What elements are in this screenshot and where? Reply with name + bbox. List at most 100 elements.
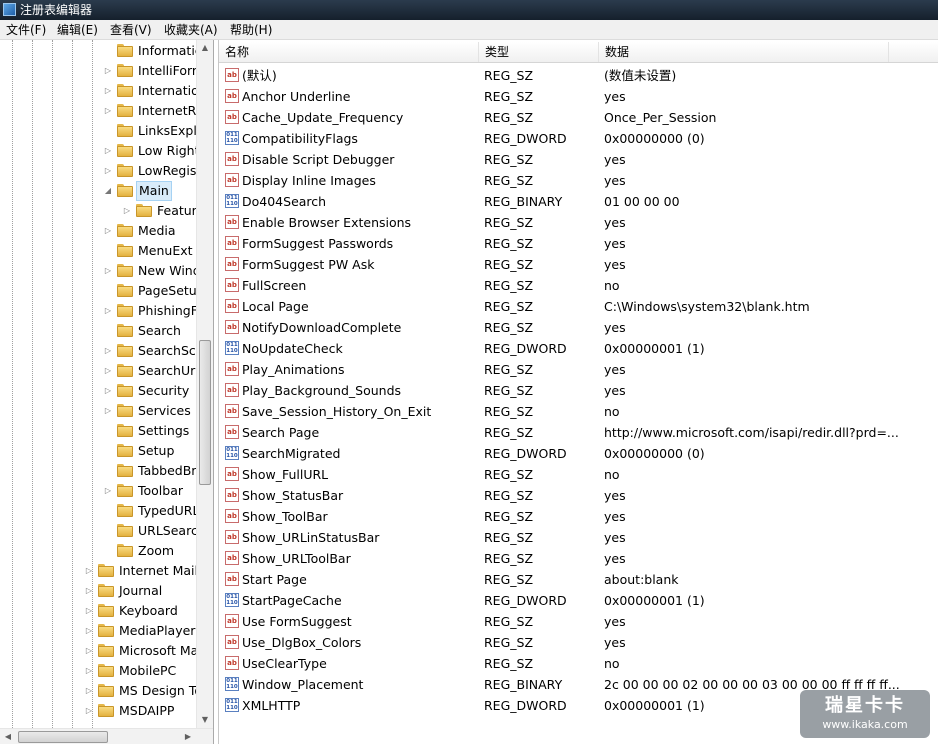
- tree-expander-icon[interactable]: [103, 501, 113, 521]
- tree-expander-icon[interactable]: ▷: [84, 681, 94, 701]
- tree-vscroll-thumb[interactable]: [199, 340, 211, 485]
- value-row[interactable]: ab Anchor Underline REG_SZ yes: [219, 86, 938, 107]
- tree-expander-icon[interactable]: ▷: [103, 261, 113, 281]
- value-row[interactable]: ab Use_DlgBox_Colors REG_SZ yes: [219, 632, 938, 653]
- scroll-left-arrow-icon[interactable]: ◀: [0, 729, 16, 744]
- tree-expander-icon[interactable]: ▷: [84, 621, 94, 641]
- value-name: Show_URLToolBar: [242, 551, 351, 566]
- folder-icon: [117, 464, 133, 477]
- value-row[interactable]: ab Search Page REG_SZ http://www.microsoft.…: [219, 422, 938, 443]
- tree-expander-icon[interactable]: ▷: [103, 221, 113, 241]
- value-type: REG_SZ: [484, 320, 534, 335]
- menu-help[interactable]: 帮助(H): [226, 22, 276, 38]
- column-header-data[interactable]: 数据: [599, 42, 889, 62]
- value-row[interactable]: ab Save_Session_History_On_Exit REG_SZ no: [219, 401, 938, 422]
- tree-expander-icon[interactable]: [103, 441, 113, 461]
- scroll-down-arrow-icon[interactable]: ▼: [197, 712, 213, 728]
- value-row[interactable]: 011 110 NoUpdateCheck REG_DWORD 0x00000001 …: [219, 338, 938, 359]
- value-row[interactable]: ab Cache_Update_Frequency REG_SZ Once_Per_S…: [219, 107, 938, 128]
- column-header-name[interactable]: 名称: [219, 42, 479, 62]
- tree-expander-icon[interactable]: [103, 121, 113, 141]
- value-type: REG_SZ: [484, 467, 534, 482]
- tree-expander-icon[interactable]: ▷: [103, 301, 113, 321]
- value-row[interactable]: ab Show_URLinStatusBar REG_SZ yes: [219, 527, 938, 548]
- tree-expander-icon[interactable]: [103, 321, 113, 341]
- value-row[interactable]: ab FormSuggest Passwords REG_SZ yes: [219, 233, 938, 254]
- tree-vertical-scrollbar[interactable]: ▲ ▼: [196, 40, 213, 728]
- value-row[interactable]: ab UseClearType REG_SZ no: [219, 653, 938, 674]
- tree-expander-icon[interactable]: ▷: [103, 361, 113, 381]
- tree-expander-icon[interactable]: ▷: [84, 661, 94, 681]
- value-row[interactable]: ab NotifyDownloadComplete REG_SZ yes: [219, 317, 938, 338]
- value-row[interactable]: ab Local Page REG_SZ C:\Windows\system32\bl…: [219, 296, 938, 317]
- value-row[interactable]: ab Show_URLToolBar REG_SZ yes: [219, 548, 938, 569]
- tree-expander-icon[interactable]: [103, 241, 113, 261]
- value-row[interactable]: ab Display Inline Images REG_SZ yes: [219, 170, 938, 191]
- menu-view[interactable]: 查看(V): [106, 22, 156, 38]
- tree-expander-icon[interactable]: ▷: [103, 61, 113, 81]
- tree-item-label: Informatic: [138, 43, 196, 58]
- tree-expander-icon[interactable]: [103, 281, 113, 301]
- tree-expander-icon[interactable]: [103, 421, 113, 441]
- folder-icon: [117, 184, 133, 197]
- value-row[interactable]: ab Play_Animations REG_SZ yes: [219, 359, 938, 380]
- tree-expander-icon[interactable]: ▷: [103, 481, 113, 501]
- value-row[interactable]: 011 110 SearchMigrated REG_DWORD 0x00000000…: [219, 443, 938, 464]
- value-row[interactable]: ab Show_FullURL REG_SZ no: [219, 464, 938, 485]
- value-row[interactable]: ab Show_ToolBar REG_SZ yes: [219, 506, 938, 527]
- tree-item-label: LinksExplo: [138, 123, 196, 138]
- value-row[interactable]: ab Play_Background_Sounds REG_SZ yes: [219, 380, 938, 401]
- tree-expander-icon[interactable]: ◢: [103, 181, 113, 201]
- value-row[interactable]: ab Disable Script Debugger REG_SZ yes: [219, 149, 938, 170]
- scroll-up-arrow-icon[interactable]: ▲: [197, 40, 213, 56]
- value-type: REG_SZ: [484, 362, 534, 377]
- tree-expander-icon[interactable]: [103, 541, 113, 561]
- tree-horizontal-scrollbar[interactable]: ◀ ▶: [0, 728, 213, 744]
- tree-expander-icon[interactable]: [103, 41, 113, 61]
- registry-tree-pane[interactable]: Informatic ▷ IntelliForm ▷ Internatio ▷ Intern…: [0, 40, 214, 744]
- value-row[interactable]: ab Use FormSuggest REG_SZ yes: [219, 611, 938, 632]
- value-row[interactable]: 011 110 CompatibilityFlags REG_DWORD 0x0000…: [219, 128, 938, 149]
- value-row[interactable]: ab FormSuggest PW Ask REG_SZ yes: [219, 254, 938, 275]
- tree-expander-icon[interactable]: ▷: [84, 561, 94, 581]
- tree-expander-icon[interactable]: ▷: [84, 701, 94, 721]
- value-row[interactable]: ab (默认) REG_SZ (数值未设置): [219, 65, 938, 86]
- tree-expander-icon[interactable]: ▷: [103, 401, 113, 421]
- tree-expander-icon[interactable]: ▷: [84, 641, 94, 661]
- folder-icon: [117, 144, 133, 157]
- window-title: 注册表编辑器: [20, 3, 93, 17]
- menu-edit[interactable]: 编辑(E): [53, 22, 102, 38]
- tree-expander-icon[interactable]: ▷: [103, 101, 113, 121]
- tree-expander-icon[interactable]: ▷: [103, 341, 113, 361]
- menu-favorites[interactable]: 收藏夹(A): [160, 22, 222, 38]
- column-header-type[interactable]: 类型: [479, 42, 599, 62]
- tree-hscroll-thumb[interactable]: [18, 731, 108, 743]
- tree-item-label: Internatio: [138, 83, 196, 98]
- value-data: yes: [604, 152, 626, 167]
- string-value-icon: ab: [225, 656, 239, 670]
- value-row[interactable]: ab Show_StatusBar REG_SZ yes: [219, 485, 938, 506]
- value-data: (数值未设置): [604, 68, 677, 83]
- tree-expander-icon[interactable]: ▷: [122, 201, 132, 221]
- tree-expander-icon[interactable]: [103, 521, 113, 541]
- value-row[interactable]: ab Start Page REG_SZ about:blank: [219, 569, 938, 590]
- value-data: 0x00000000 (0): [604, 131, 705, 146]
- value-row[interactable]: ab FullScreen REG_SZ no: [219, 275, 938, 296]
- value-row[interactable]: 011 110 Do404Search REG_BINARY 01 00 00 00: [219, 191, 938, 212]
- tree-expander-icon[interactable]: [103, 461, 113, 481]
- tree-expander-icon[interactable]: ▷: [103, 161, 113, 181]
- tree-expander-icon[interactable]: ▷: [84, 601, 94, 621]
- tree-expander-icon[interactable]: ▷: [103, 141, 113, 161]
- menu-file[interactable]: 文件(F): [2, 22, 50, 38]
- tree-guide-line: [52, 40, 53, 728]
- registry-values-pane[interactable]: 名称 类型 数据 ab (默认) REG_SZ (数值未设置) ab Anchor Und…: [218, 40, 938, 744]
- tree-expander-icon[interactable]: ▷: [103, 381, 113, 401]
- value-row[interactable]: ab Enable Browser Extensions REG_SZ yes: [219, 212, 938, 233]
- folder-icon: [117, 284, 133, 297]
- value-data: 0x00000000 (0): [604, 446, 705, 461]
- tree-expander-icon[interactable]: ▷: [84, 581, 94, 601]
- tree-expander-icon[interactable]: ▷: [103, 81, 113, 101]
- scroll-right-arrow-icon[interactable]: ▶: [180, 729, 196, 744]
- regedit-app-icon: [3, 3, 16, 16]
- value-row[interactable]: 011 110 StartPageCache REG_DWORD 0x00000001…: [219, 590, 938, 611]
